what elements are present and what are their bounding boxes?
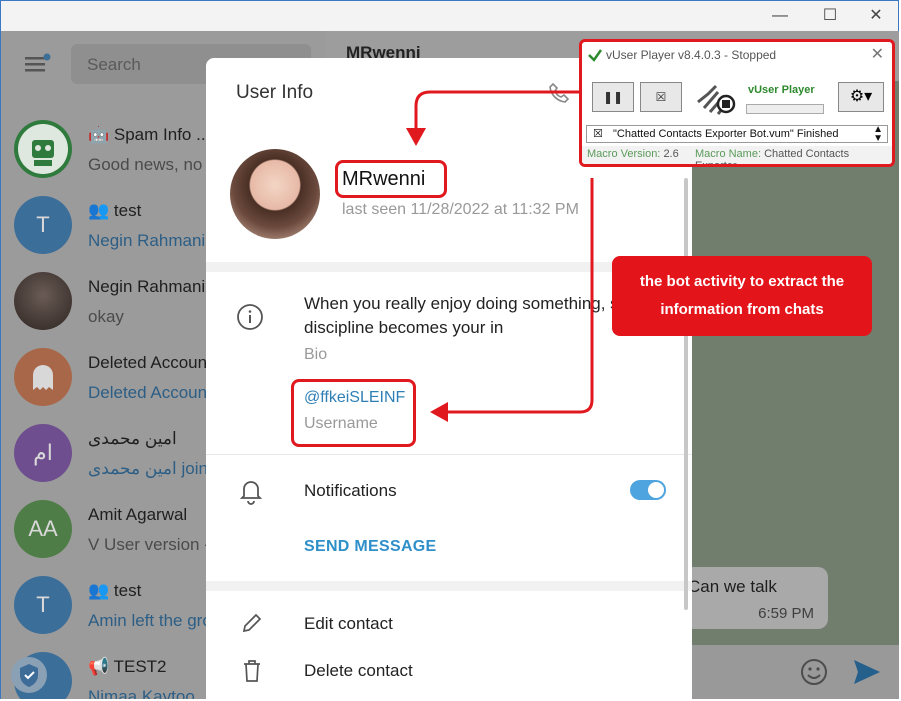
pause-button[interactable]: ❚❚ (592, 82, 634, 112)
robot-hand-icon (697, 84, 736, 115)
callout-line-2: information from chats (660, 301, 824, 318)
progress-bar (746, 104, 824, 114)
settings-gear-icon[interactable]: ⚙▾ (838, 82, 884, 112)
stop-button[interactable]: ☒ (640, 82, 682, 112)
vuser-close-button[interactable]: ✕ (871, 44, 884, 64)
vuser-logo-icon (588, 49, 602, 62)
macro-name: Macro Name: Chatted Contacts Exporter (695, 148, 850, 167)
callout-line-1: the bot activity to extract the (639, 273, 845, 290)
vuser-title: vUser Player v8.4.0.3 - Stopped (606, 48, 777, 62)
vuser-brand: vUser Player (748, 84, 815, 96)
vuser-player-window: vUser Player v8.4.0.3 - Stopped ✕ ❚❚ ☒ v… (579, 39, 895, 167)
status-icon: ☒ (593, 128, 603, 140)
annotation-callout: the bot activity to extract the informat… (612, 256, 872, 336)
status-spinner[interactable]: ▲ ▼ (873, 125, 883, 144)
macro-version: Macro Version: 2.6 (587, 148, 679, 160)
status-text: "Chatted Contacts Exporter Bot.vum" Fini… (613, 128, 839, 140)
vuser-status: ☒ "Chatted Contacts Exporter Bot.vum" Fi… (586, 125, 888, 144)
vuser-footer: Macro Version: 2.6 Macro Name: Chatted C… (582, 146, 892, 164)
